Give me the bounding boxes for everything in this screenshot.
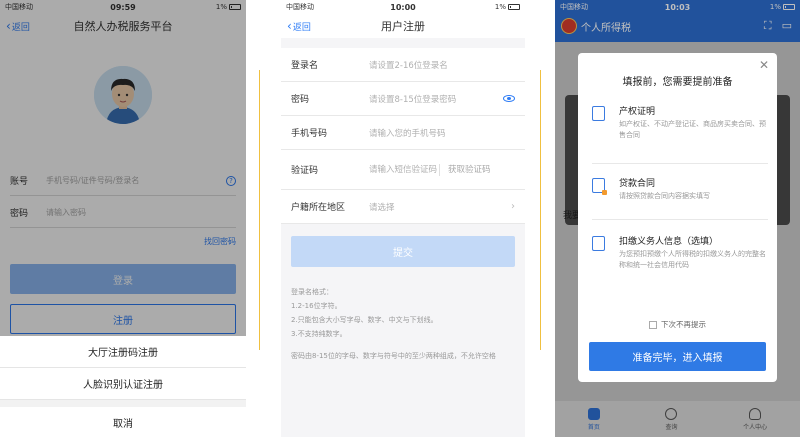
building-icon xyxy=(592,236,605,251)
phone-input[interactable]: 请输入您的手机号码 xyxy=(369,127,515,139)
field-label: 密码 xyxy=(291,95,310,105)
field-label: 手机号码 xyxy=(291,129,328,139)
item-desc: 如产权证、不动产登记证、商品房买卖合同、预售合同 xyxy=(619,120,766,139)
close-icon[interactable]: ✕ xyxy=(759,58,769,72)
checkbox-label: 下次不再提示 xyxy=(661,320,706,329)
prepare-item-loan: 贷款合同 请按照贷款合同内容据实填写 xyxy=(592,176,768,220)
tax-home-screen: 中国移动 10:03 1% 个人所得税 ⛶ ▭ 我要 首页 查询 个人中心 ✕ … xyxy=(555,0,800,437)
username-field[interactable]: 登录名 请设置2-16位登录名 xyxy=(281,48,525,82)
field-label: 户籍所在地区 xyxy=(291,203,346,213)
region-select[interactable]: 请选择 xyxy=(369,201,511,213)
battery-icon xyxy=(508,4,520,10)
checkbox[interactable] xyxy=(649,320,657,329)
item-title: 扣缴义务人信息（选填） xyxy=(619,237,719,247)
page-title: 用户注册 xyxy=(381,20,425,33)
password-input[interactable]: 请设置8-15位登录密码 xyxy=(369,93,503,105)
sheet-option-face-auth[interactable]: 人脸识别认证注册 xyxy=(0,368,246,400)
item-title: 贷款合同 xyxy=(619,179,656,189)
hint-line: 3.不支持纯数字。 xyxy=(291,330,347,338)
username-input[interactable]: 请设置2-16位登录名 xyxy=(369,59,515,71)
password-field[interactable]: 密码 请设置8-15位登录密码 xyxy=(281,82,525,116)
phone-field[interactable]: 手机号码 请输入您的手机号码 xyxy=(281,116,525,150)
divider-line xyxy=(540,70,541,350)
hint-line: 密码由8-15位的字母、数字与符号中的至少两种组成，不允许空格 xyxy=(291,352,496,360)
login-screen: 中国移动 09:59 1% ‹ 返回 自然人办税服务平台 账号 手机号码/证件号码… xyxy=(0,0,246,437)
hint-line: 1.2-16位字符。 xyxy=(291,302,342,310)
clock-text: 10:00 xyxy=(390,2,416,12)
sheet-cancel-button[interactable]: 取消 xyxy=(0,407,246,437)
back-label: 返回 xyxy=(292,22,311,33)
register-form: 登录名 请设置2-16位登录名 密码 请设置8-15位登录密码 手机号码 请输入… xyxy=(281,48,525,224)
dialog-title: 填报前，您需要提前准备 xyxy=(622,77,733,88)
hint-line: 登录名格式： xyxy=(291,288,333,296)
dont-show-again[interactable]: 下次不再提示 xyxy=(578,319,777,330)
chevron-left-icon: ‹ xyxy=(287,19,292,33)
hint-spacer xyxy=(291,341,515,349)
action-sheet: 大厅注册码注册 人脸识别认证注册 取消 xyxy=(0,336,246,437)
get-code-button[interactable]: 获取验证码 xyxy=(439,163,491,176)
sms-code-field[interactable]: 验证码 请输入短信验证码 获取验证码 xyxy=(281,150,525,190)
format-hint: 登录名格式： 1.2-16位字符。 2.只能包含大小写字母、数字、中文与下划线。… xyxy=(291,285,515,363)
field-label: 登录名 xyxy=(291,61,319,71)
chevron-right-icon: › xyxy=(511,201,515,212)
region-field[interactable]: 户籍所在地区 请选择 › xyxy=(281,190,525,224)
item-desc: 请按照贷款合同内容据实填写 xyxy=(619,192,710,200)
hint-line: 2.只能包含大小写字母、数字、中文与下划线。 xyxy=(291,316,438,324)
eye-icon[interactable] xyxy=(503,95,515,102)
item-desc: 为您预扣预缴个人所得税的扣缴义务人的完整名称和统一社会信用代码 xyxy=(619,250,766,269)
document-icon xyxy=(592,106,605,121)
divider-line xyxy=(259,70,260,350)
submit-button[interactable]: 提交 xyxy=(291,236,515,267)
prepare-dialog: ✕ 填报前，您需要提前准备 产权证明 如产权证、不动产登记证、商品房买卖合同、预… xyxy=(578,53,777,382)
field-label: 验证码 xyxy=(291,166,319,176)
register-screen: 中国移动 10:00 1% ‹ 返回 用户注册 登录名 请设置2-16位登录名 密… xyxy=(281,0,525,437)
nav-bar: ‹ 返回 用户注册 xyxy=(281,14,525,38)
top-area: 中国移动 10:00 1% ‹ 返回 用户注册 xyxy=(281,0,525,38)
contract-icon xyxy=(592,178,607,195)
item-title: 产权证明 xyxy=(619,107,656,117)
status-bar: 中国移动 10:00 1% xyxy=(281,0,525,14)
sms-code-input[interactable]: 请输入短信验证码 xyxy=(369,164,439,176)
back-button[interactable]: ‹ 返回 xyxy=(287,14,311,38)
sheet-option-hall-code[interactable]: 大厅注册码注册 xyxy=(0,336,246,368)
prepare-item-property: 产权证明 如产权证、不动产登记证、商品房买卖合同、预售合同 xyxy=(592,104,768,164)
confirm-button[interactable]: 准备完毕，进入填报 xyxy=(589,342,766,371)
prepare-item-withholder: 扣缴义务人信息（选填） 为您预扣预缴个人所得税的扣缴义务人的完整名称和统一社会信… xyxy=(592,234,768,304)
